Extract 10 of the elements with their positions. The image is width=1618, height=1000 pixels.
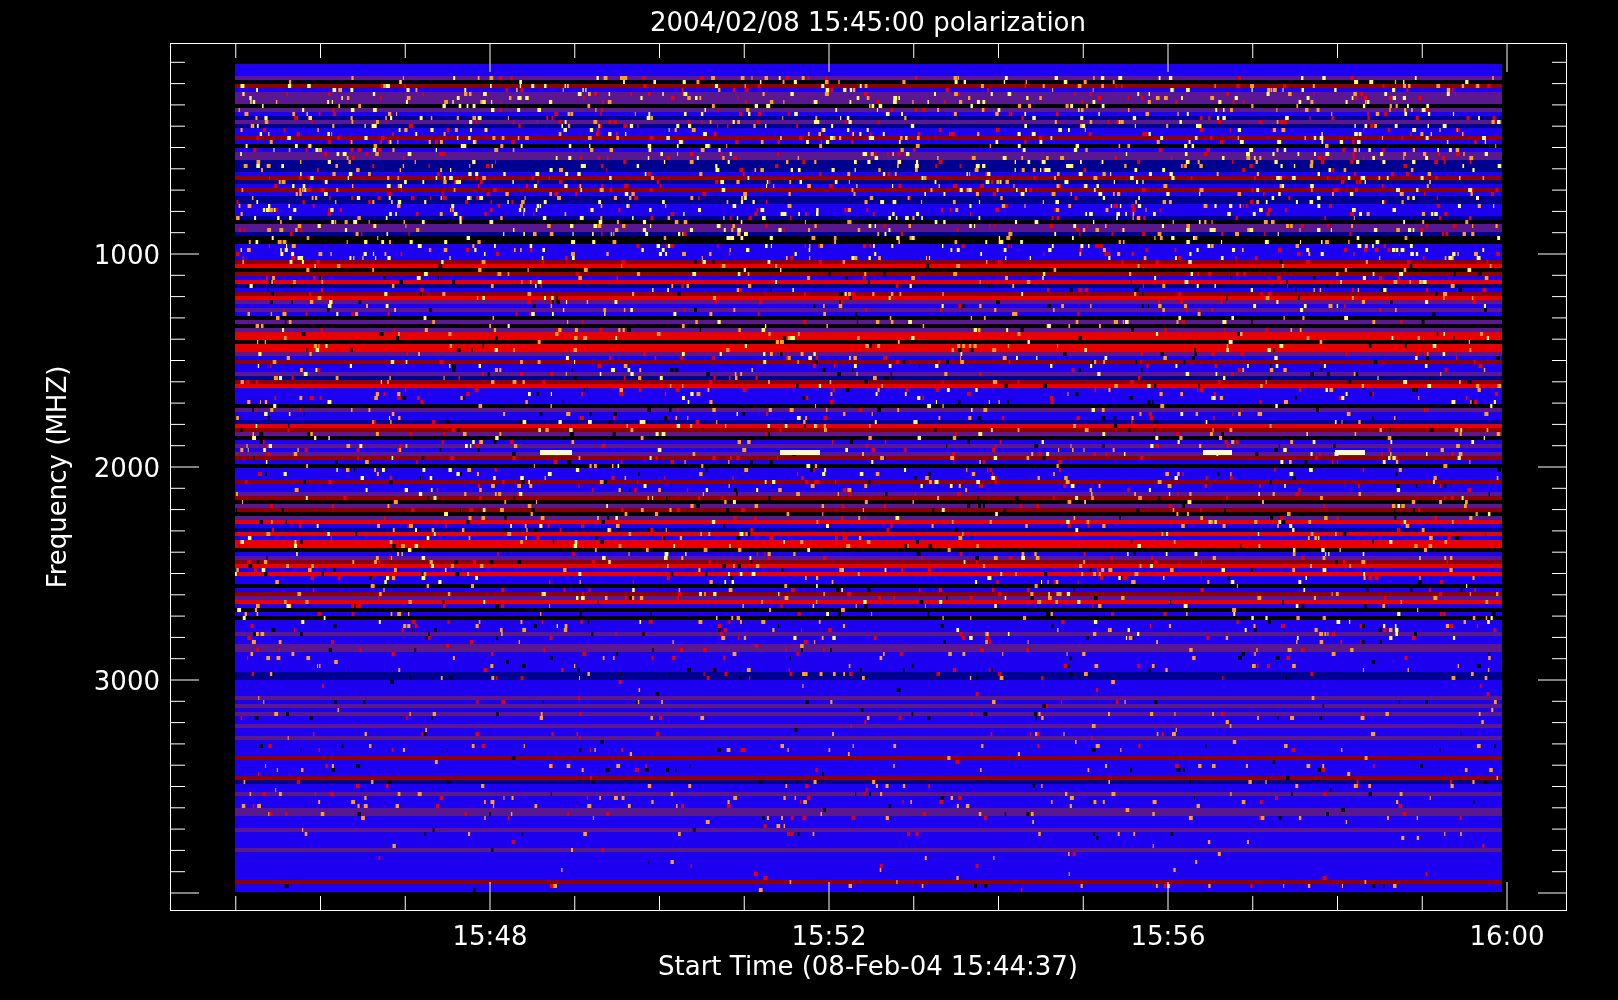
axis-label: Frequency (MHZ) — [42, 365, 72, 589]
chart-title: 2004/02/08 15:45:00 polarization — [650, 7, 1086, 37]
tick-label: 1000 — [93, 240, 160, 270]
tick-label: 3000 — [93, 666, 160, 696]
axis-label: Start Time (08-Feb-04 15:44:37) — [658, 951, 1078, 981]
tick-label: 15:52 — [791, 921, 867, 951]
tick-label: 15:56 — [1130, 921, 1206, 951]
tick-label: 2000 — [93, 453, 160, 483]
tick-label: 15:48 — [452, 921, 528, 951]
tick-label: 16:00 — [1469, 921, 1545, 951]
